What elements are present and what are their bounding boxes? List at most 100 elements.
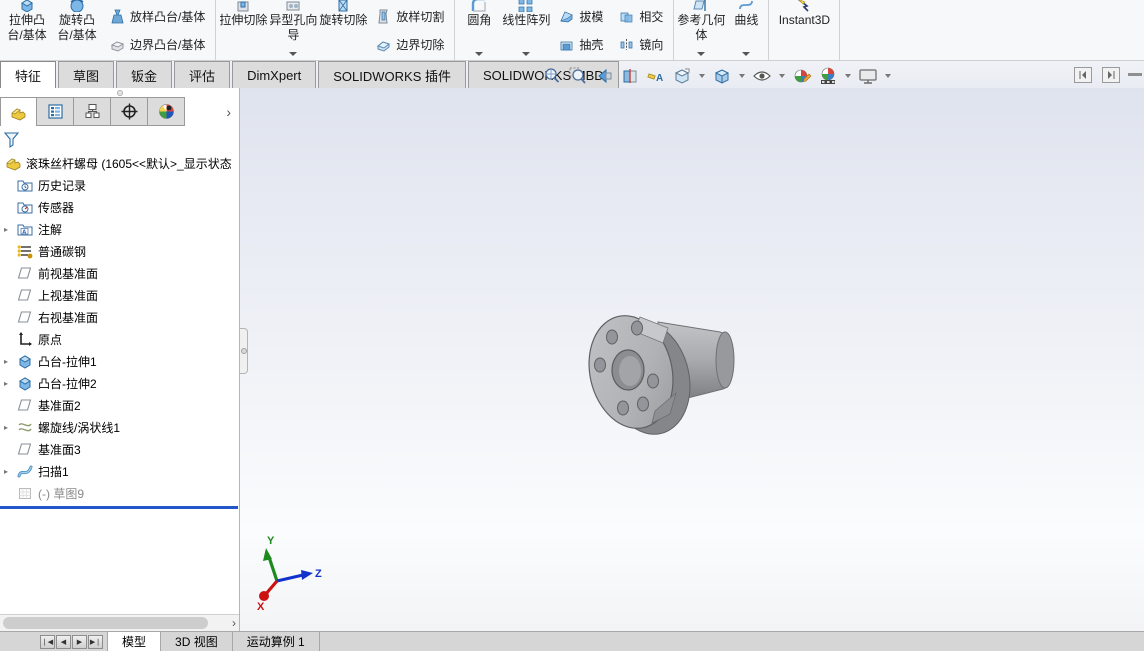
boundary-boss-button[interactable]: 边界凸台/基体: [106, 34, 209, 55]
displaymanager-tab[interactable]: [148, 97, 185, 126]
instant3d-button[interactable]: Instant3D: [771, 0, 837, 60]
tree-item-plane3[interactable]: 基准面3: [2, 438, 239, 460]
revolved-boss-button[interactable]: 旋转凸台/基体: [52, 0, 102, 60]
first-tab-button[interactable]: ❘◀: [40, 635, 55, 649]
fillet-button[interactable]: 圆角: [457, 0, 501, 60]
scrollbar-thumb[interactable]: [3, 617, 208, 629]
scroll-right-arrow[interactable]: ›: [232, 616, 236, 630]
tab-model[interactable]: 模型: [107, 632, 161, 651]
tab-sketch[interactable]: 草图: [58, 61, 114, 88]
displaymanager-icon: [158, 103, 175, 120]
hole-wizard-button[interactable]: 异型孔向导: [268, 0, 318, 60]
tree-item-boss-extrude2[interactable]: ▸ 凸台-拉伸2: [2, 372, 239, 394]
revolved-cut-button[interactable]: 旋转切除: [318, 0, 368, 60]
panel-horizontal-scrollbar[interactable]: ›: [0, 614, 239, 631]
extruded-cut-button[interactable]: 拉伸切除: [218, 0, 268, 60]
draft-button[interactable]: 拔模: [555, 6, 607, 27]
linear-pattern-button[interactable]: 线性阵列: [501, 0, 551, 60]
tab-3d-views[interactable]: 3D 视图: [161, 632, 233, 651]
dropdown-caret-icon[interactable]: [699, 74, 705, 78]
tree-item-helix[interactable]: ▸ 螺旋线/涡状线1: [2, 416, 239, 438]
tree-item-sweep1[interactable]: ▸ 扫描1: [2, 460, 239, 482]
expand-arrow-icon[interactable]: ▸: [4, 379, 8, 388]
mirror-button[interactable]: 镜向: [615, 34, 667, 55]
view-settings-icon[interactable]: [858, 66, 878, 86]
tab-dimxpert[interactable]: DimXpert: [232, 61, 316, 88]
panel-tab-overflow-arrow[interactable]: ›: [185, 97, 239, 126]
dropdown-caret-icon[interactable]: [739, 74, 745, 78]
dropdown-caret-icon[interactable]: [522, 52, 530, 56]
extruded-boss-button[interactable]: 拉伸凸台/基体: [2, 0, 52, 60]
curves-button[interactable]: 曲线: [726, 0, 766, 60]
collapse-right-pane-button[interactable]: [1102, 67, 1120, 83]
intersect-button[interactable]: 相交: [615, 6, 667, 27]
button-label: 放样凸台/基体: [130, 8, 205, 25]
filter-funnel-icon[interactable]: [3, 130, 22, 149]
tree-item-top-plane[interactable]: 上视基准面: [2, 284, 239, 306]
tree-item-front-plane[interactable]: 前视基准面: [2, 262, 239, 284]
apply-scene-icon[interactable]: [818, 66, 838, 86]
model-ballscrew-nut[interactable]: [560, 288, 790, 458]
feature-tree: 滚珠丝杆螺母 (1605<<默认>_显示状态 历史记录 传感器 ▸ A: [0, 152, 239, 504]
tree-item-origin[interactable]: 原点: [2, 328, 239, 350]
propertymanager-tab[interactable]: [37, 97, 74, 126]
expand-arrow-icon[interactable]: ▸: [4, 467, 8, 476]
zoom-to-area-icon[interactable]: [568, 66, 588, 86]
dropdown-caret-icon[interactable]: [697, 52, 705, 56]
main-area: Y Z X: [0, 88, 1144, 631]
tree-item-annotations[interactable]: ▸ A 注解: [2, 218, 239, 240]
boundary-cut-button[interactable]: 边界切除: [372, 34, 448, 55]
configurationmanager-tab[interactable]: [74, 97, 111, 126]
boundary-boss-icon: [110, 37, 125, 52]
tree-item-plane2[interactable]: 基准面2: [2, 394, 239, 416]
tree-item-material[interactable]: 普通碳钢: [2, 240, 239, 262]
expand-arrow-icon[interactable]: ▸: [4, 423, 8, 432]
view-orientation-icon[interactable]: [672, 66, 692, 86]
panel-splitter-handle[interactable]: [240, 328, 248, 374]
collapse-left-pane-button[interactable]: [1074, 67, 1092, 83]
tree-item-history[interactable]: 历史记录: [2, 174, 239, 196]
dimxpertmanager-tab[interactable]: [111, 97, 148, 126]
dropdown-caret-icon[interactable]: [885, 74, 891, 78]
dropdown-caret-icon[interactable]: [845, 74, 851, 78]
tree-item-label: 原点: [38, 331, 62, 348]
dropdown-caret-icon[interactable]: [742, 52, 750, 56]
hide-show-items-icon[interactable]: [752, 66, 772, 86]
tree-item-sketch9[interactable]: (-) 草图9: [2, 482, 239, 504]
annotation-view-icon[interactable]: A: [646, 66, 666, 86]
next-tab-button[interactable]: ▶: [72, 635, 87, 649]
tab-features[interactable]: 特征: [0, 61, 56, 88]
tree-item-part-root[interactable]: 滚珠丝杆螺母 (1605<<默认>_显示状态: [2, 152, 239, 174]
expand-arrow-icon[interactable]: ▸: [4, 357, 8, 366]
lofted-cut-button[interactable]: 放样切割: [372, 6, 448, 27]
shell-button[interactable]: 抽壳: [555, 34, 607, 55]
panel-grip-handle[interactable]: [0, 88, 239, 97]
draft-icon: [559, 9, 574, 24]
dropdown-caret-icon[interactable]: [779, 74, 785, 78]
reference-geometry-button[interactable]: 参考几何体: [676, 0, 726, 60]
tree-item-right-plane[interactable]: 右视基准面: [2, 306, 239, 328]
tree-item-boss-extrude1[interactable]: ▸ 凸台-拉伸1: [2, 350, 239, 372]
tab-evaluate[interactable]: 评估: [174, 61, 230, 88]
edit-appearance-icon[interactable]: [792, 66, 812, 86]
tab-label: 钣金: [131, 66, 157, 85]
section-view-icon[interactable]: [620, 66, 640, 86]
tab-solidworks-addins[interactable]: SOLIDWORKS 插件: [318, 61, 466, 88]
featuremanager-tab[interactable]: [0, 97, 37, 126]
tree-item-sensors[interactable]: 传感器: [2, 196, 239, 218]
last-tab-button[interactable]: ▶❘: [88, 635, 103, 649]
expand-arrow-icon[interactable]: ▸: [4, 225, 8, 234]
part-icon: [4, 155, 21, 172]
button-label: 异型孔向导: [268, 13, 318, 43]
prev-tab-button[interactable]: ◀: [56, 635, 71, 649]
dropdown-caret-icon[interactable]: [475, 52, 483, 56]
zoom-to-fit-icon[interactable]: [542, 66, 562, 86]
dropdown-caret-icon[interactable]: [289, 52, 297, 56]
lofted-boss-button[interactable]: 放样凸台/基体: [106, 6, 209, 27]
tab-sheet-metal[interactable]: 钣金: [116, 61, 172, 88]
fillet-icon: [470, 0, 488, 12]
graphics-viewport[interactable]: Y Z X: [240, 88, 1144, 631]
previous-view-icon[interactable]: [594, 66, 614, 86]
tab-motion-study-1[interactable]: 运动算例 1: [233, 632, 320, 651]
display-style-icon[interactable]: [712, 66, 732, 86]
